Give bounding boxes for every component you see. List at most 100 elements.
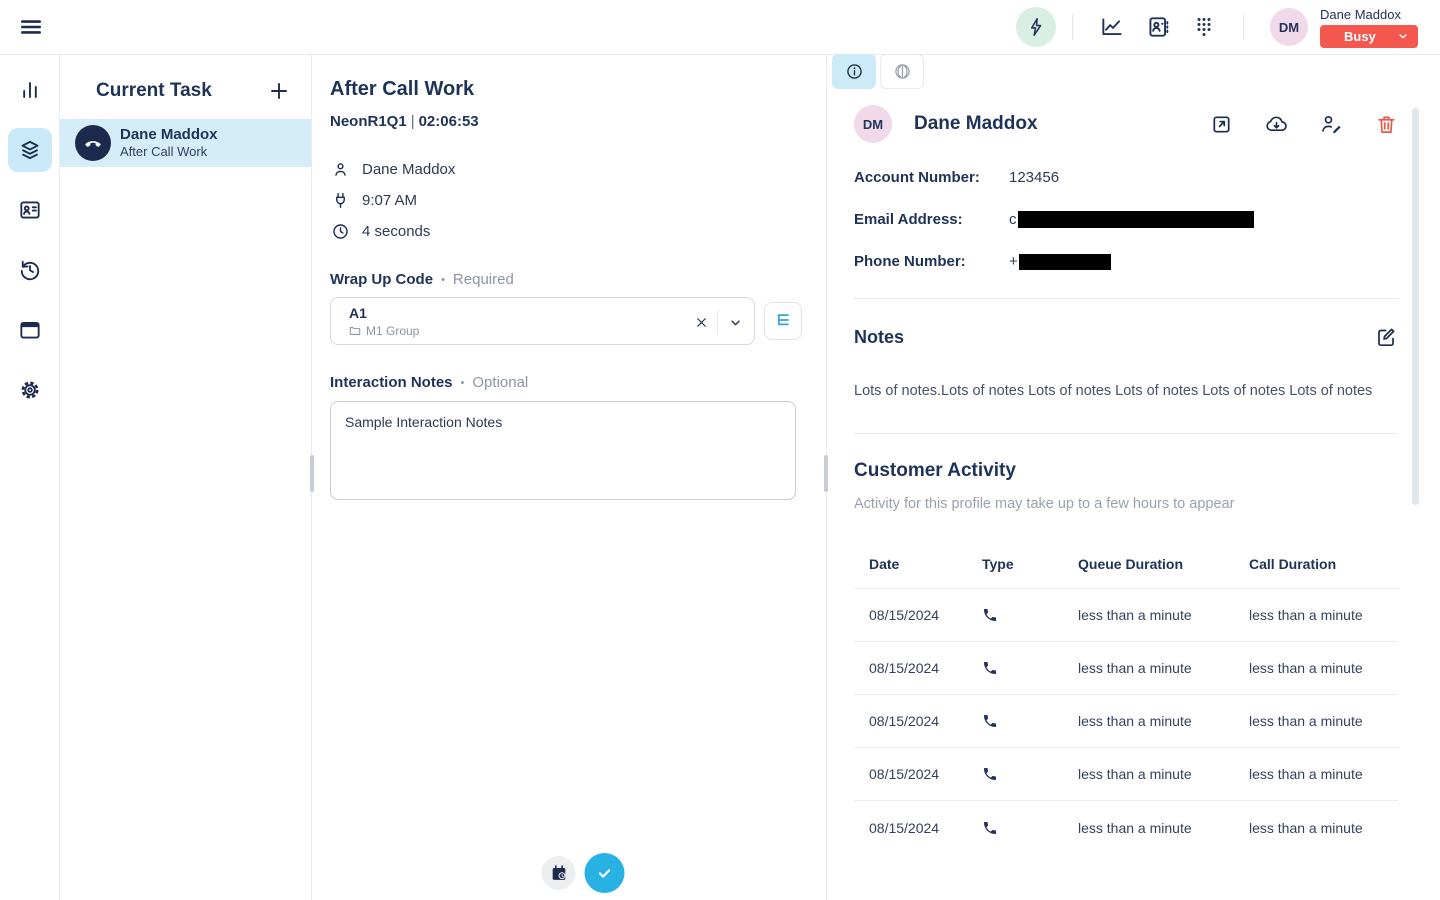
profile-name: Dane Maddox [914, 113, 1038, 135]
activity-table: Date Type Queue Duration Call Duration 0… [854, 540, 1398, 854]
user-name: Dane Maddox [1320, 7, 1401, 22]
bullet: • [441, 274, 445, 286]
profile-avatar: DM [854, 105, 892, 143]
rail-apps-button[interactable] [8, 308, 52, 352]
schedule-callback-button[interactable] [542, 856, 576, 890]
activity-queue-duration: less than a minute [1078, 820, 1249, 836]
work-actions [542, 853, 625, 893]
main-area: Current Task Dane Maddox After Call Work [0, 55, 1440, 900]
account-number-row: Account Number: 123456 [854, 169, 1398, 186]
hamburger-icon [18, 14, 44, 40]
lightning-icon [1025, 16, 1047, 38]
account-number-value: 123456 [1009, 169, 1059, 186]
customer-profile-panel: DM Dane Maddox [827, 55, 1440, 900]
cloud-download-icon [1264, 112, 1289, 137]
after-call-work-panel: After Call Work NeonR1Q1|02:06:53 Dane M… [312, 55, 827, 900]
col-call-duration: Call Duration [1249, 556, 1398, 572]
status-button[interactable]: Busy [1320, 25, 1418, 48]
start-time: 9:07 AM [362, 192, 417, 209]
scrollbar-thumb[interactable] [1412, 108, 1419, 505]
layers-icon [17, 137, 43, 163]
panel-resize-handle-left[interactable] [310, 455, 314, 492]
col-type: Type [982, 556, 1078, 572]
rail-history-button[interactable] [8, 248, 52, 292]
task-list-item[interactable]: Dane Maddox After Call Work [60, 119, 311, 167]
phone-handset-icon [83, 133, 103, 153]
col-date: Date [854, 556, 982, 572]
profile-tabs [832, 54, 924, 89]
edit-notes-button[interactable] [1374, 325, 1398, 349]
call-avatar [75, 125, 111, 161]
current-task-title: Current Task [96, 80, 212, 102]
wrap-up-requirement: Required [453, 271, 514, 288]
activity-call-duration: less than a minute [1249, 713, 1398, 729]
interaction-notes-label: Interaction Notes [330, 374, 453, 391]
user-avatar[interactable]: DM [1270, 8, 1308, 46]
wrap-up-select[interactable]: A1 M1 Group [330, 297, 755, 345]
work-title: After Call Work [330, 78, 808, 101]
browser-window-icon [17, 317, 43, 343]
topbar-divider [1243, 14, 1244, 40]
task-timer: 02:06:53 [419, 113, 479, 130]
calendar-clock-icon [549, 864, 568, 883]
tab-info[interactable] [832, 54, 876, 89]
activity-date: 08/15/2024 [854, 766, 982, 782]
email-visible-prefix: c [1009, 211, 1017, 228]
call-type-icon [982, 766, 1078, 782]
queue-name: NeonR1Q1 [330, 113, 407, 130]
customer-activity-subtitle: Activity for this profile may take up to… [854, 496, 1398, 512]
quick-actions-button[interactable] [1016, 7, 1056, 47]
menu-button[interactable] [14, 10, 48, 44]
wrap-up-tree-button[interactable] [764, 302, 802, 340]
profile-content: DM Dane Maddox [827, 55, 1440, 854]
folder-icon [349, 325, 361, 337]
rail-contacts-button[interactable] [8, 188, 52, 232]
plus-icon [267, 79, 291, 103]
wrap-up-code: A1 [349, 305, 664, 323]
call-type-icon [982, 660, 1078, 676]
profile-fields: Account Number: 123456 Email Address: c … [854, 169, 1398, 270]
customer-activity-title: Customer Activity [854, 460, 1398, 482]
rail-tasks-button[interactable] [8, 128, 52, 172]
wrap-up-expand-button[interactable] [723, 311, 747, 333]
open-external-button[interactable] [1209, 112, 1233, 136]
separator: | [407, 113, 419, 130]
task-item-text: Dane Maddox After Call Work [120, 126, 218, 160]
person-icon [330, 160, 350, 180]
dialpad-icon [1192, 15, 1216, 39]
phone-row: Phone Number: + [854, 253, 1398, 270]
phone-visible-prefix: + [1009, 253, 1018, 270]
col-queue-duration: Queue Duration [1078, 556, 1249, 572]
arrow-up-right-square-icon [1210, 113, 1233, 136]
status-label: Busy [1344, 29, 1376, 44]
dialpad-button[interactable] [1186, 9, 1222, 45]
wrap-up-label-row: Wrap Up Code • Required [330, 271, 808, 288]
topbar-divider [1072, 14, 1073, 40]
rail-analytics-button[interactable] [8, 68, 52, 112]
rail-settings-button[interactable] [8, 368, 52, 412]
activity-queue-duration: less than a minute [1078, 713, 1249, 729]
bullet: • [461, 377, 465, 389]
add-task-button[interactable] [265, 77, 293, 105]
wrap-up-label: Wrap Up Code [330, 271, 433, 288]
wrap-up-row: A1 M1 Group [330, 297, 808, 345]
section-divider [854, 298, 1398, 299]
delete-contact-button[interactable] [1374, 112, 1398, 136]
clear-wrap-up-button[interactable] [690, 311, 712, 333]
edit-contact-button[interactable] [1319, 112, 1343, 136]
phone-label: Phone Number: [854, 253, 1009, 270]
user-block: Dane Maddox Busy [1320, 7, 1418, 48]
performance-button[interactable] [1094, 9, 1130, 45]
history-icon [17, 257, 43, 283]
directory-button[interactable] [1140, 9, 1176, 45]
download-contact-button[interactable] [1264, 112, 1288, 136]
select-divider [717, 310, 718, 334]
address-book-icon [1145, 14, 1171, 40]
complete-button[interactable] [585, 853, 625, 893]
start-time-row: 9:07 AM [330, 185, 808, 216]
interaction-notes-label-row: Interaction Notes • Optional [330, 374, 808, 391]
task-duration: 4 seconds [362, 223, 430, 240]
notes-text: Lots of notes.Lots of notes Lots of note… [854, 383, 1398, 399]
tab-insights[interactable] [880, 54, 924, 89]
interaction-notes-input[interactable]: Sample Interaction Notes [330, 401, 796, 500]
